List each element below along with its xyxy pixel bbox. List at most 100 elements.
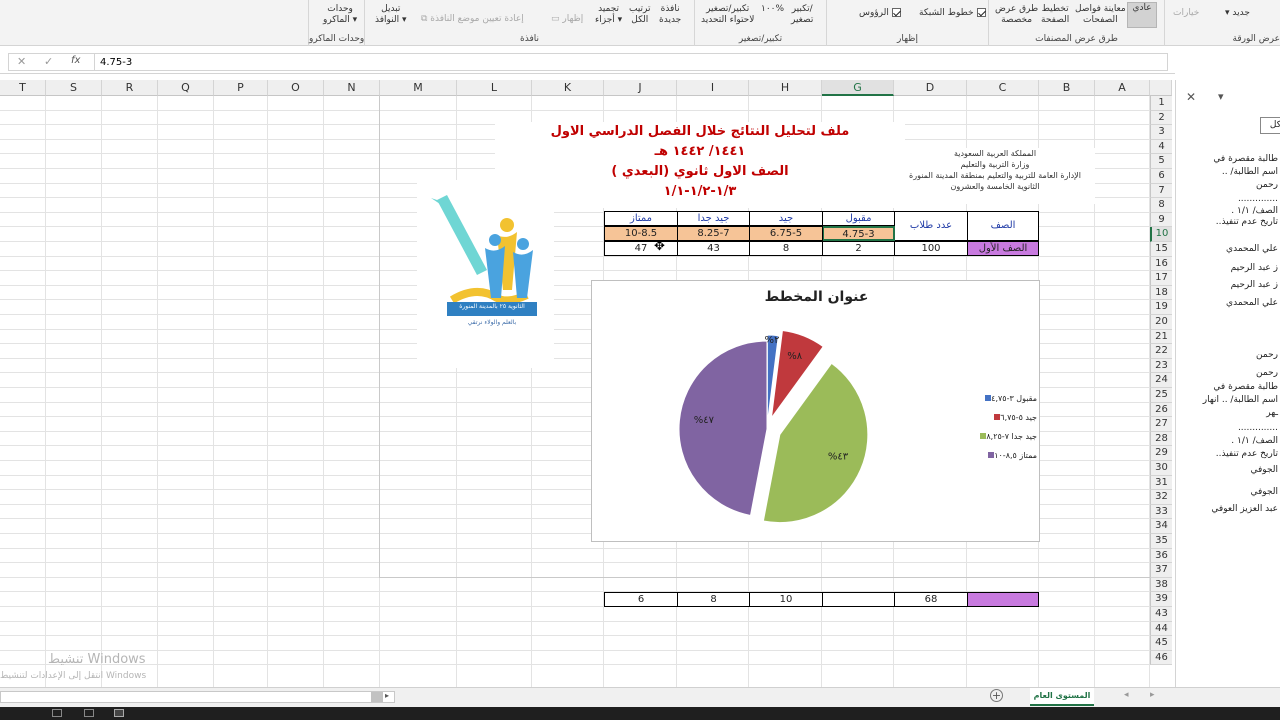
bottom-class-cell[interactable] [967, 592, 1039, 607]
legend-entry[interactable]: ممتاز ٨,٥-١٠ [962, 446, 1037, 465]
scroll-right-icon[interactable]: ▸ [385, 691, 389, 700]
row-header-5[interactable]: 5 [1150, 154, 1172, 169]
very-good-count-cell[interactable]: 43 [677, 241, 750, 256]
page-layout-icon[interactable] [84, 709, 94, 717]
page-break-preview-button[interactable]: معاينة فواصل الصفحات [1075, 4, 1126, 26]
row-header-35[interactable]: 35 [1150, 534, 1172, 549]
cancel-icon[interactable]: ✕ [17, 55, 26, 68]
spreadsheet-grid[interactable]: TSRQPONMLKJIHGDCBA 1 2 3 4 5 6 7 8 9 10 15 16 17 18 19… [0, 80, 1172, 687]
arrange-all-button[interactable]: ترتيب الكل [629, 4, 651, 26]
row-header-27[interactable]: 27 [1150, 417, 1172, 432]
row-header-10[interactable]: 10 [1150, 227, 1172, 242]
close-icon[interactable]: ✕ [1186, 90, 1196, 104]
enter-icon[interactable]: ✓ [44, 55, 53, 68]
row-header-29[interactable]: 29 [1150, 446, 1172, 461]
bottom-students-cell[interactable]: 68 [894, 592, 968, 607]
horizontal-scrollbar[interactable] [0, 691, 395, 703]
column-header-c[interactable]: C [967, 80, 1039, 96]
freeze-panes-button[interactable]: تجميد أجزاء ▾ [595, 4, 622, 26]
legend-entry[interactable]: جيد ٥-٦,٧٥ [962, 408, 1037, 427]
formula-input[interactable] [100, 55, 1160, 69]
unhide-button[interactable]: ▭ إظهار [551, 14, 583, 25]
column-header-i[interactable]: I [677, 80, 749, 96]
row-header-43[interactable]: 43 [1150, 607, 1172, 622]
row-header-45[interactable]: 45 [1150, 636, 1172, 651]
sheet-view-options-button[interactable]: خيارات [1173, 8, 1199, 19]
row-header-1[interactable]: 1 [1150, 96, 1172, 111]
insert-function-icon[interactable]: fx [71, 55, 80, 66]
pane-list-item[interactable]: عبد العزيز العوفي [1211, 504, 1278, 514]
row-header-3[interactable]: 3 [1150, 125, 1172, 140]
column-header-n[interactable]: N [324, 80, 380, 96]
pane-list-item[interactable]: الصف/ ١/١ . [1231, 436, 1278, 446]
chevron-down-icon[interactable]: ▾ [1218, 90, 1224, 103]
header-pass[interactable]: مقبول [822, 211, 895, 226]
row-header-28[interactable]: 28 [1150, 431, 1172, 447]
row-header-24[interactable]: 24 [1150, 373, 1172, 388]
bottom-excellent-cell[interactable]: 6 [604, 592, 678, 607]
excellent-count-cell[interactable]: 47 [604, 241, 678, 256]
students-count-cell[interactable]: 100 [894, 241, 968, 256]
column-header-l[interactable]: L [457, 80, 532, 96]
pane-list-item[interactable]: رحمن [1256, 180, 1278, 190]
pane-list-item[interactable]: الجوفي [1250, 465, 1278, 475]
pane-list-item[interactable]: طالبة مقصرة في [1213, 154, 1278, 164]
pane-list-item[interactable]: طالبة مقصرة في [1213, 382, 1278, 392]
bottom-very-good-cell[interactable]: 8 [677, 592, 750, 607]
macros-button[interactable]: وحدات الماكرو ▾ [323, 4, 357, 26]
column-header-j[interactable]: J [604, 80, 677, 96]
zoom-100-button[interactable]: ١٠٠% [761, 4, 784, 15]
zoom-button[interactable]: تكبير/تصغير [791, 4, 813, 26]
row-header-18[interactable]: 18 [1150, 285, 1172, 301]
row-header-38[interactable]: 38 [1150, 577, 1172, 593]
header-good[interactable]: جيد [749, 211, 823, 226]
column-header-p[interactable]: P [214, 80, 268, 96]
pie-chart[interactable]: عنوان المخطط %٢ %٨ %٤٣ %٤٧ مقبول ٣-٤,٧٥ جيد … [591, 280, 1040, 542]
header-very-good[interactable]: جيد جدا [677, 211, 750, 226]
pane-list-item[interactable]: علي المحمدي [1226, 244, 1278, 254]
pane-list-item[interactable]: .............. [1238, 423, 1278, 433]
row-header-19[interactable]: 19 [1150, 300, 1172, 315]
row-header-33[interactable]: 33 [1150, 504, 1172, 520]
pane-list-item[interactable]: تاريخ عدم تنفيذ.. [1216, 449, 1278, 459]
pane-search-input[interactable]: كل [1260, 117, 1280, 134]
row-header-44[interactable]: 44 [1150, 621, 1172, 637]
tab-scroll-right-icon[interactable]: ▸ [1150, 690, 1155, 700]
zoom-to-selection-button[interactable]: تكبير/تصغير لاحتواء التحديد [701, 4, 754, 26]
row-header-23[interactable]: 23 [1150, 358, 1172, 374]
gridlines-checkbox[interactable]: خطوط الشبكة [919, 8, 986, 19]
good-count-cell[interactable]: 8 [749, 241, 823, 256]
row-header-4[interactable]: 4 [1150, 139, 1172, 155]
row-header-16[interactable]: 16 [1150, 256, 1172, 272]
pane-list-item[interactable]: اسم الطالبة/ .. [1222, 167, 1278, 177]
pane-list-item[interactable]: رحمن [1256, 350, 1278, 360]
row-header-22[interactable]: 22 [1150, 344, 1172, 359]
column-header-h[interactable]: H [749, 80, 822, 96]
column-header-g[interactable]: G [822, 80, 894, 96]
legend-entry[interactable]: مقبول ٣-٤,٧٥ [962, 389, 1037, 408]
header-students[interactable]: عدد طلاب [894, 211, 968, 241]
pane-list-item[interactable]: ـهر [1266, 408, 1278, 418]
row-header-36[interactable]: 36 [1150, 548, 1172, 564]
select-all-corner[interactable] [1150, 80, 1172, 96]
column-header-s[interactable]: S [46, 80, 102, 96]
pane-list-item[interactable]: ز عبد الرحيم [1231, 280, 1278, 290]
row-header-20[interactable]: 20 [1150, 315, 1172, 330]
row-header-37[interactable]: 37 [1150, 563, 1172, 578]
column-header-b[interactable]: B [1039, 80, 1095, 96]
row-header-6[interactable]: 6 [1150, 169, 1172, 184]
chart-legend[interactable]: مقبول ٣-٤,٧٥ جيد ٥-٦,٧٥ جيد جدا ٧-٨,٢٥ ممتا… [962, 389, 1037, 465]
pane-list-item[interactable]: علي المحمدي [1226, 298, 1278, 308]
page-break-icon[interactable] [114, 709, 124, 717]
headings-checkbox[interactable]: الرؤوس [859, 8, 901, 19]
pane-list-item[interactable]: الجوفي [1250, 487, 1278, 497]
add-sheet-icon[interactable]: + [990, 689, 1003, 702]
scroll-thumb[interactable] [371, 692, 383, 702]
row-header-25[interactable]: 25 [1150, 388, 1172, 403]
row-header-2[interactable]: 2 [1150, 110, 1172, 126]
column-header-a[interactable]: A [1095, 80, 1150, 96]
column-header-o[interactable]: O [268, 80, 324, 96]
row-header-8[interactable]: 8 [1150, 198, 1172, 213]
column-header-m[interactable]: M [380, 80, 457, 96]
bottom-good-cell[interactable]: 10 [749, 592, 823, 607]
